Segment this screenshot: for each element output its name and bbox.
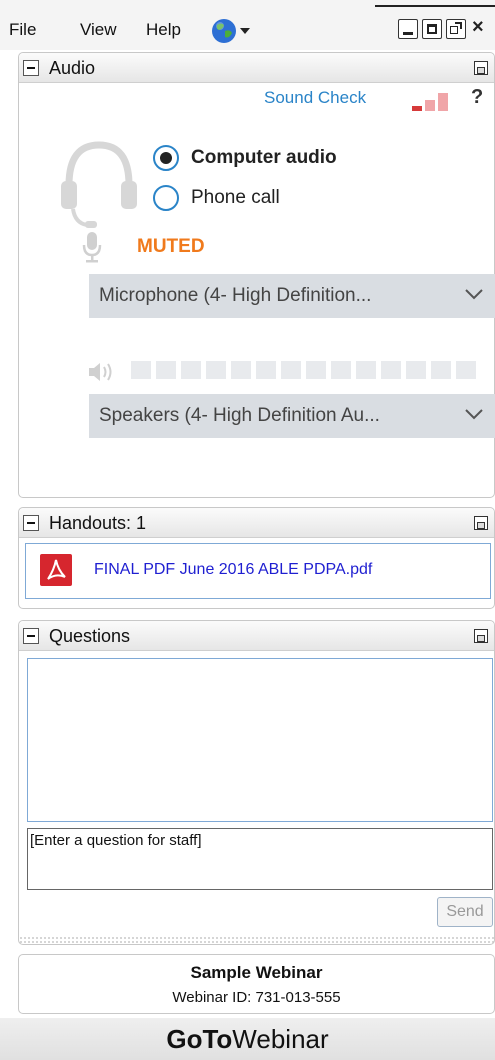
popout-audio-icon[interactable] (474, 61, 488, 75)
speakers-select-value: Speakers (4- High Definition Au... (99, 405, 380, 426)
speakers-select[interactable]: Speakers (4- High Definition Au... (89, 394, 495, 438)
level-segment (356, 361, 376, 379)
webinar-id: Webinar ID: 731-013-555 (172, 989, 341, 1006)
questions-panel-header: Questions (19, 621, 494, 651)
questions-title: Questions (49, 626, 131, 646)
phone-call-label[interactable]: Phone call (191, 187, 280, 209)
handouts-panel-header: Handouts: 1 (19, 508, 494, 538)
menu-help[interactable]: Help (146, 20, 181, 40)
menu-file[interactable]: File (9, 20, 36, 40)
level-segment (331, 361, 351, 379)
chevron-down-icon (465, 409, 483, 420)
chevron-down-icon[interactable] (240, 28, 250, 34)
globe-icon[interactable] (210, 17, 238, 45)
brand-part-webinar: Webinar (232, 1024, 329, 1054)
phone-call-radio[interactable] (153, 185, 179, 211)
gotowebinar-logo: GoToWebinar (0, 1024, 495, 1055)
handout-list: FINAL PDF June 2016 ABLE PDPA.pdf (25, 543, 491, 599)
computer-audio-label[interactable]: Computer audio (191, 147, 337, 169)
level-segment (431, 361, 451, 379)
help-icon[interactable]: ? (471, 86, 483, 109)
minimize-icon[interactable] (398, 19, 418, 39)
questions-log (27, 658, 493, 822)
collapse-questions-button[interactable] (23, 628, 39, 644)
level-segment (256, 361, 276, 379)
audio-panel: Audio Sound Check ? Computer audio Phone… (18, 52, 495, 498)
popout-handouts-icon[interactable] (474, 516, 488, 530)
handouts-panel: Handouts: 1 FINAL PDF June 2016 ABLE PDP… (18, 507, 495, 609)
brand-part-goto: GoTo (166, 1024, 233, 1054)
level-segment (281, 361, 301, 379)
level-segment (156, 361, 176, 379)
resize-grip[interactable] (19, 936, 494, 944)
microphone-icon (82, 231, 102, 263)
collapse-audio-button[interactable] (23, 60, 39, 76)
popout-questions-icon[interactable] (474, 629, 488, 643)
level-segment (406, 361, 426, 379)
level-segment (456, 361, 476, 379)
handouts-title: Handouts: 1 (49, 513, 147, 533)
close-icon[interactable]: × (472, 16, 484, 39)
sound-check-link[interactable]: Sound Check (264, 88, 366, 108)
webinar-name: Sample Webinar (190, 963, 323, 982)
brand-bar: GoToWebinar (0, 1018, 495, 1060)
level-segment (206, 361, 226, 379)
level-segment (181, 361, 201, 379)
speaker-icon (87, 361, 117, 383)
popout-icon[interactable] (446, 19, 466, 39)
microphone-select-value: Microphone (4- High Definition... (99, 285, 372, 306)
menu-view[interactable]: View (80, 20, 117, 40)
level-segment (306, 361, 326, 379)
signal-bars-icon (412, 93, 452, 111)
audio-title: Audio (49, 58, 96, 78)
window-top-edge (375, 5, 495, 7)
computer-audio-radio[interactable] (153, 145, 179, 171)
pdf-icon[interactable] (40, 554, 72, 586)
question-input[interactable] (27, 828, 493, 890)
handout-file-link[interactable]: FINAL PDF June 2016 ABLE PDPA.pdf (94, 561, 372, 579)
level-segment (131, 361, 151, 379)
microphone-select[interactable]: Microphone (4- High Definition... (89, 274, 495, 318)
maximize-icon[interactable] (422, 19, 442, 39)
collapse-handouts-button[interactable] (23, 515, 39, 531)
questions-panel: Questions Send (18, 620, 495, 945)
menu-bar: File View Help × (0, 0, 495, 50)
mic-muted-status: MUTED (137, 236, 205, 257)
send-button[interactable]: Send (437, 897, 493, 927)
level-segment (231, 361, 251, 379)
headset-icon (59, 133, 139, 243)
audio-panel-header: Audio (19, 53, 494, 83)
webinar-info: Sample Webinar Webinar ID: 731-013-555 (18, 954, 495, 1014)
chevron-down-icon (465, 289, 483, 300)
level-segment (381, 361, 401, 379)
